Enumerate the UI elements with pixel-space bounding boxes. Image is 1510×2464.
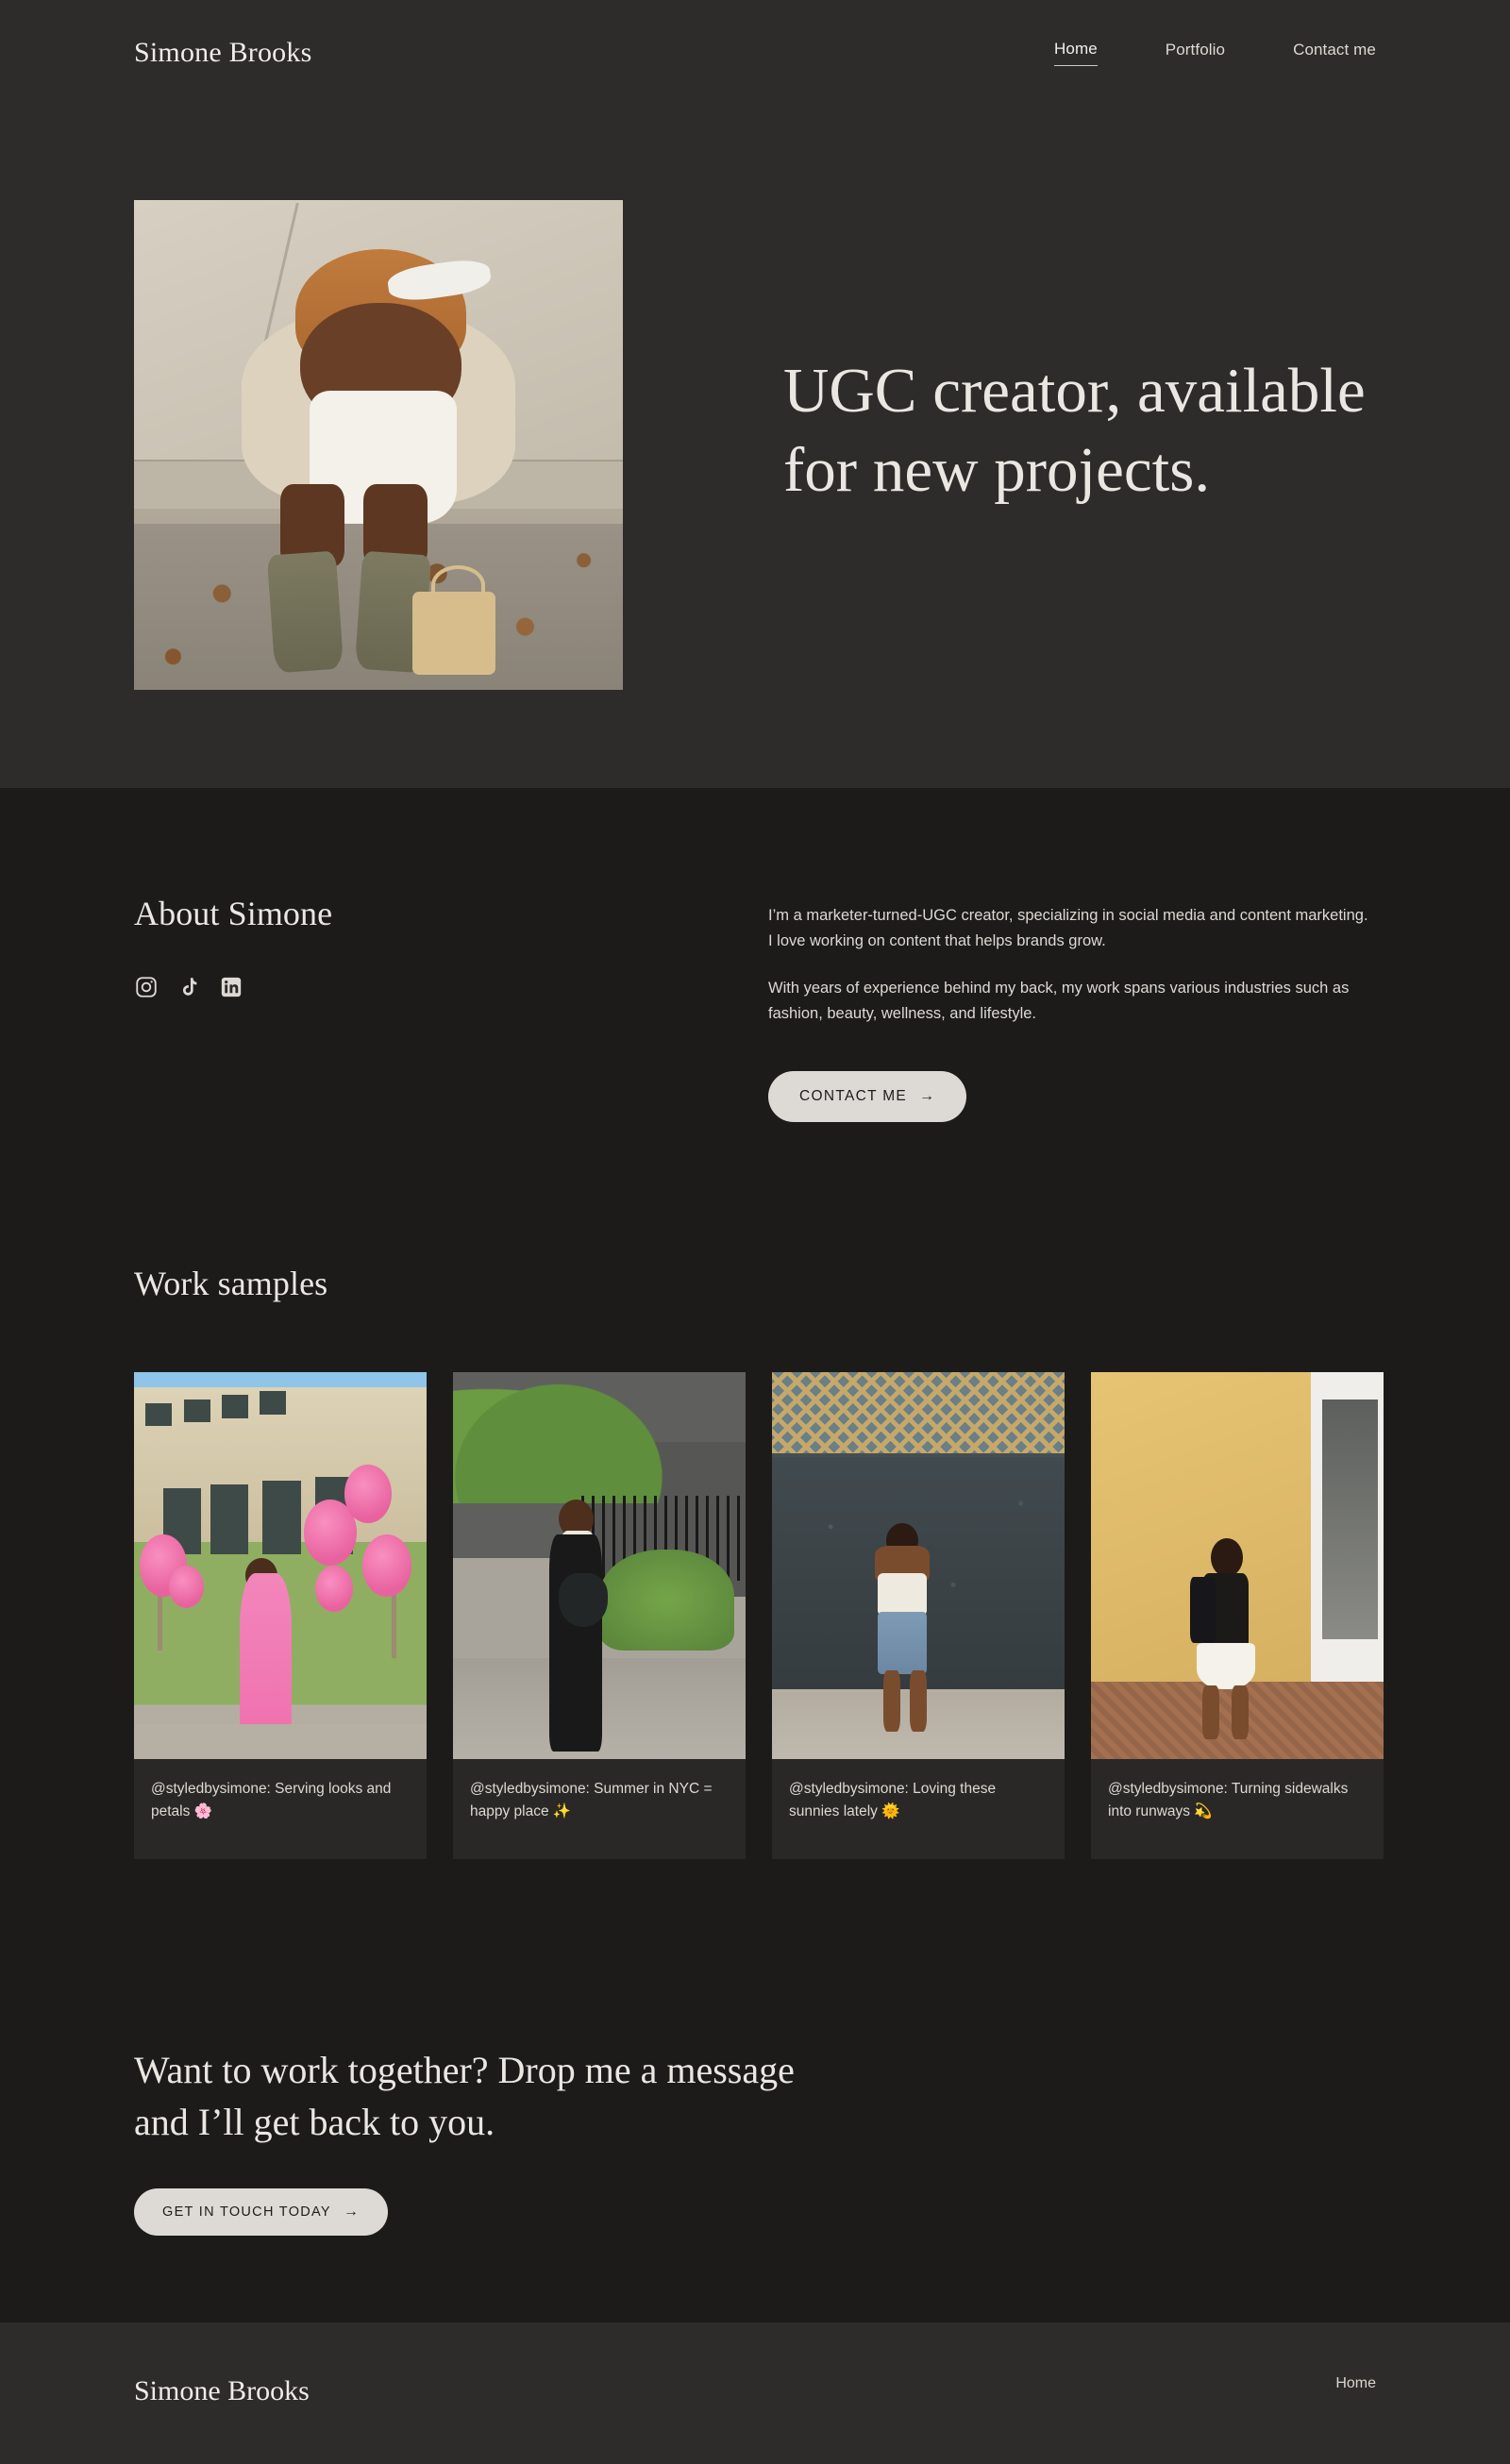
contact-me-button-label: CONTACT ME bbox=[799, 1087, 908, 1104]
work-sample-caption-wrap: @styledbysimone: Serving looks and petal… bbox=[134, 1758, 427, 1859]
cta-section: Want to work together? Drop me a message… bbox=[134, 1859, 1376, 2237]
get-in-touch-button[interactable]: GET IN TOUCH TODAY → bbox=[134, 2188, 389, 2237]
footer-brand[interactable]: Simone Brooks bbox=[134, 2375, 310, 2407]
work-sample-caption: @styledbysimone: Serving looks and petal… bbox=[151, 1780, 392, 1819]
work-sample-caption: @styledbysimone: Summer in NYC = happy p… bbox=[470, 1780, 713, 1819]
work-samples-section: Work samples @styledbysimone: Serving lo… bbox=[134, 1122, 1384, 1859]
work-samples-heading: Work samples bbox=[134, 1264, 328, 1302]
work-sample-caption: @styledbysimone: Loving these sunnies la… bbox=[789, 1780, 997, 1819]
footer-navigation: Home bbox=[1335, 2375, 1376, 2392]
about-section: About Simone I’m a marketer-turned-UGC c… bbox=[134, 788, 1376, 1122]
work-sample-card[interactable]: @styledbysimone: Summer in NYC = happy p… bbox=[453, 1371, 746, 1859]
about-paragraph-1: I’m a marketer-turned-UGC creator, speci… bbox=[768, 907, 1368, 949]
footer-link-home[interactable]: Home bbox=[1335, 2375, 1376, 2392]
hero-image bbox=[134, 200, 623, 690]
work-sample-card[interactable]: @styledbysimone: Serving looks and petal… bbox=[134, 1371, 427, 1859]
work-sample-image bbox=[1091, 1371, 1384, 1759]
hero-band: Simone Brooks Home Portfolio Contact me bbox=[0, 0, 1510, 788]
about-right-column: I’m a marketer-turned-UGC creator, speci… bbox=[768, 894, 1376, 1122]
primary-navigation: Home Portfolio Contact me bbox=[1054, 40, 1376, 66]
work-samples-grid: @styledbysimone: Serving looks and petal… bbox=[134, 1371, 1384, 1859]
site-footer: Simone Brooks Home bbox=[0, 2322, 1510, 2464]
arrow-right-icon: → bbox=[919, 1087, 936, 1104]
work-sample-image bbox=[134, 1371, 427, 1759]
about-paragraph-2: With years of experience behind my back,… bbox=[768, 980, 1350, 1023]
work-sample-image bbox=[453, 1371, 746, 1759]
work-sample-card[interactable]: @styledbysimone: Turning sidewalks into … bbox=[1091, 1371, 1384, 1859]
work-sample-image bbox=[772, 1371, 1065, 1759]
instagram-icon[interactable] bbox=[134, 975, 159, 999]
work-sample-caption-wrap: @styledbysimone: Summer in NYC = happy p… bbox=[453, 1758, 746, 1859]
contact-me-button[interactable]: CONTACT ME → bbox=[768, 1070, 967, 1122]
linkedin-icon[interactable] bbox=[219, 975, 243, 999]
brand-logo[interactable]: Simone Brooks bbox=[134, 37, 311, 69]
nav-item-contact-me[interactable]: Contact me bbox=[1293, 41, 1376, 66]
about-left-column: About Simone bbox=[134, 894, 768, 1122]
social-links bbox=[134, 975, 768, 999]
hero-title: UGC creator, available for new projects. bbox=[783, 356, 1366, 506]
nav-item-home[interactable]: Home bbox=[1054, 40, 1098, 66]
get-in-touch-button-label: GET IN TOUCH TODAY bbox=[162, 2204, 331, 2221]
main-content: About Simone I’m a marketer-turned-UGC c… bbox=[0, 788, 1510, 2322]
about-heading: About Simone bbox=[134, 895, 333, 932]
work-sample-caption-wrap: @styledbysimone: Turning sidewalks into … bbox=[1091, 1758, 1384, 1859]
work-sample-card[interactable]: @styledbysimone: Loving these sunnies la… bbox=[772, 1371, 1065, 1859]
work-sample-caption-wrap: @styledbysimone: Loving these sunnies la… bbox=[772, 1758, 1065, 1859]
cta-heading: Want to work together? Drop me a message… bbox=[134, 2048, 795, 2144]
hero-copy: UGC creator, available for new projects. bbox=[623, 200, 1376, 511]
hero-section: UGC creator, available for new projects. bbox=[134, 106, 1376, 788]
tiktok-icon[interactable] bbox=[176, 975, 201, 999]
arrow-right-icon: → bbox=[343, 2204, 361, 2221]
work-sample-caption: @styledbysimone: Turning sidewalks into … bbox=[1108, 1780, 1349, 1819]
nav-item-portfolio[interactable]: Portfolio bbox=[1166, 41, 1225, 66]
site-header: Simone Brooks Home Portfolio Contact me bbox=[134, 0, 1376, 106]
